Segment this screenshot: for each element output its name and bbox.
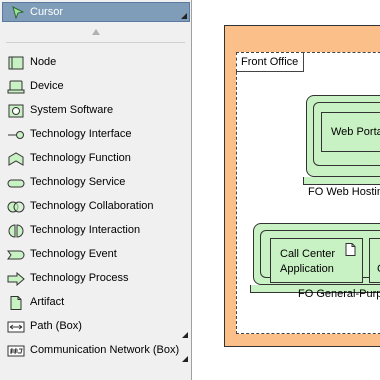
- call-center-label-line2: Application: [280, 263, 334, 275]
- system-software-icon: [7, 104, 25, 118]
- palette-item-label: Device: [30, 80, 64, 92]
- general-purpose-caption: FO General-Purp: [298, 288, 380, 300]
- technology-interface-icon: [7, 128, 25, 142]
- expand-corner-icon: [182, 356, 188, 362]
- palette-item-label: Technology Interface: [30, 128, 132, 140]
- technology-interaction-icon: [7, 224, 25, 238]
- technology-process-icon: [7, 271, 25, 287]
- technology-collaboration-icon: [7, 200, 25, 214]
- web-hosting-caption: FO Web Hostin: [308, 186, 380, 198]
- expand-corner-icon: [181, 13, 187, 19]
- palette-item-label: Technology Function: [30, 152, 131, 164]
- palette-item-technology-function[interactable]: Technology Function: [0, 148, 190, 170]
- node-icon: [7, 56, 25, 70]
- palette-item-technology-collaboration[interactable]: Technology Collaboration: [0, 196, 190, 218]
- technology-service-icon: [7, 176, 25, 190]
- palette-item-label: Path (Box): [30, 320, 82, 332]
- palette-panel: Cursor Node Device System Software Techn…: [0, 0, 192, 380]
- partial-artifact[interactable]: C: [369, 238, 380, 283]
- technology-function-icon: [7, 152, 25, 166]
- palette-item-path-box[interactable]: Path (Box): [0, 316, 190, 338]
- palette-item-label: Technology Process: [30, 272, 129, 284]
- palette-item-node[interactable]: Node: [0, 52, 190, 74]
- scroll-up-arrow-icon[interactable]: [90, 27, 102, 37]
- web-hosting-node-base: [303, 177, 380, 185]
- palette-item-technology-interaction[interactable]: Technology Interaction: [0, 220, 190, 242]
- communication-network-icon: [7, 344, 25, 358]
- call-center-artifact[interactable]: Call Center Application: [270, 238, 363, 283]
- expand-corner-icon: [182, 332, 188, 338]
- palette-item-system-software[interactable]: System Software: [0, 100, 190, 122]
- cursor-label: Cursor: [30, 6, 64, 18]
- palette-item-label: Technology Service: [30, 176, 126, 188]
- web-portal-label: Web Porta: [331, 126, 380, 138]
- palette-item-technology-interface[interactable]: Technology Interface: [0, 124, 190, 146]
- technology-event-icon: [7, 248, 25, 262]
- call-center-label-line1: Call Center: [280, 248, 336, 260]
- palette-item-communication-network[interactable]: Communication Network (Box): [0, 340, 190, 362]
- palette-item-label: Node: [30, 56, 57, 68]
- cursor-arrow-icon: [12, 6, 25, 22]
- palette-item-technology-service[interactable]: Technology Service: [0, 172, 190, 194]
- palette-item-label: Technology Interaction: [30, 224, 141, 236]
- group-label: Front Office: [241, 56, 299, 68]
- artifact-icon: [7, 296, 25, 310]
- palette-cursor-tool[interactable]: Cursor: [2, 2, 190, 22]
- web-portal-component[interactable]: Web Porta: [321, 112, 380, 152]
- palette-item-label: System Software: [30, 104, 114, 116]
- device-icon: [7, 80, 25, 94]
- front-office-group-tab: Front Office: [236, 52, 304, 72]
- path-box-icon: [7, 320, 25, 334]
- palette-item-label: Technology Event: [30, 248, 117, 260]
- palette-item-label: Technology Collaboration: [30, 200, 154, 212]
- palette-item-artifact[interactable]: Artifact: [0, 292, 190, 314]
- palette-item-technology-process[interactable]: Technology Process: [0, 268, 190, 290]
- palette-item-technology-event[interactable]: Technology Event: [0, 244, 190, 266]
- palette-separator: [6, 42, 185, 43]
- palette-item-device[interactable]: Device: [0, 76, 190, 98]
- artifact-icon: [345, 243, 356, 259]
- palette-item-label: Communication Network (Box): [30, 344, 180, 356]
- palette-item-label: Artifact: [30, 296, 65, 308]
